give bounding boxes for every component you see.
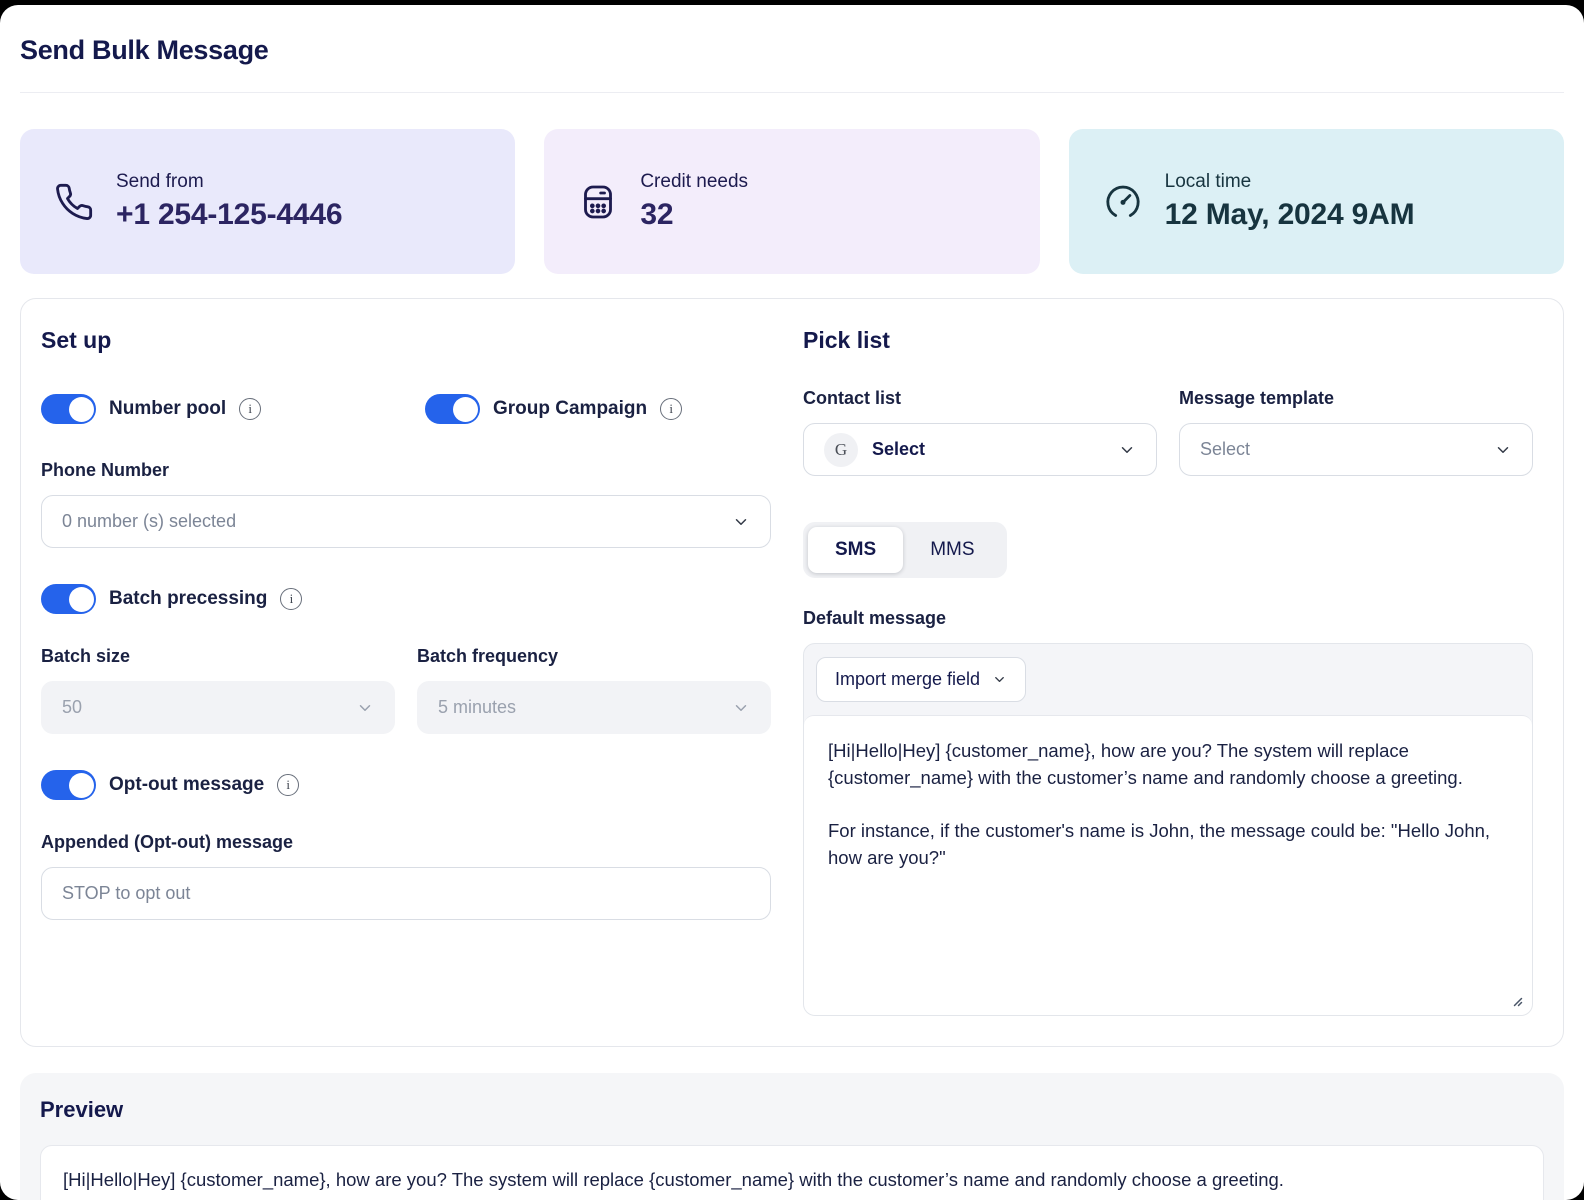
local-time-card: Local time 12 May, 2024 9AM [1069, 129, 1564, 274]
local-time-label: Local time [1165, 171, 1415, 193]
send-from-label: Send from [116, 171, 342, 193]
default-message-editor: Import merge field [Hi|Hello|Hey] {custo… [803, 643, 1533, 1016]
number-pool-label: Number pool [109, 398, 226, 420]
batch-processing-toggle-group: Batch precessing i [41, 584, 302, 614]
import-merge-field-label: Import merge field [835, 669, 980, 690]
send-bulk-message-page: Send Bulk Message Send from +1 254-125-4… [0, 5, 1584, 1200]
phone-number-select-value: 0 number (s) selected [62, 511, 236, 532]
pick-list-fields-row: Contact list G Select Message template S… [803, 354, 1533, 476]
batch-size-select[interactable]: 50 [41, 681, 395, 734]
chevron-down-icon [1118, 441, 1136, 459]
opt-out-toggle[interactable] [41, 770, 96, 800]
batch-processing-info-icon[interactable]: i [280, 588, 302, 610]
credit-needs-value: 32 [640, 198, 748, 232]
default-message-textarea[interactable]: [Hi|Hello|Hey] {customer_name}, how are … [804, 716, 1532, 1015]
credit-needs-card: Credit needs 32 [544, 129, 1039, 274]
toggle-knob [69, 587, 94, 612]
message-template-select-value: Select [1200, 439, 1250, 460]
send-from-value: +1 254-125-4446 [116, 198, 342, 232]
message-editor-body: [Hi|Hello|Hey] {customer_name}, how are … [804, 715, 1532, 1015]
group-campaign-toggle[interactable] [425, 394, 480, 424]
appended-message-label: Appended (Opt-out) message [41, 832, 771, 853]
import-merge-field-button[interactable]: Import merge field [816, 657, 1026, 702]
batch-fields-row: Batch size 50 Batch frequency 5 minutes [41, 614, 771, 734]
contact-list-label: Contact list [803, 388, 1157, 409]
header-divider [20, 92, 1564, 93]
phone-icon [54, 182, 94, 222]
toggle-knob [69, 773, 94, 798]
opt-out-toggle-group: Opt-out message i [41, 770, 299, 800]
toggle-knob [69, 397, 94, 422]
preview-text: [Hi|Hello|Hey] {customer_name}, how are … [40, 1145, 1544, 1200]
batch-processing-label: Batch precessing [109, 588, 267, 610]
message-template-field: Message template Select [1179, 354, 1533, 476]
resize-handle-icon[interactable] [1509, 993, 1523, 1007]
contact-avatar: G [824, 433, 858, 467]
number-pool-toggle-group: Number pool i [41, 394, 425, 424]
page-header: Send Bulk Message [0, 5, 1584, 66]
batch-size-field: Batch size 50 [41, 614, 395, 734]
setup-heading: Set up [41, 327, 771, 354]
batch-frequency-select[interactable]: 5 minutes [417, 681, 771, 734]
gauge-icon [1103, 182, 1143, 222]
message-type-tabs: SMS MMS [803, 522, 1007, 578]
credit-needs-label: Credit needs [640, 171, 748, 193]
phone-number-label: Phone Number [41, 460, 771, 481]
info-cards-row: Send from +1 254-125-4446 Credit needs 3… [20, 129, 1564, 274]
opt-out-toggle-row: Opt-out message i [41, 770, 771, 800]
default-message-label: Default message [803, 608, 1533, 629]
batch-size-value: 50 [62, 697, 82, 718]
chevron-down-icon [732, 513, 750, 531]
batch-processing-toggle-row: Batch precessing i [41, 584, 771, 614]
appended-message-input[interactable] [41, 867, 771, 920]
group-campaign-label: Group Campaign [493, 398, 647, 420]
message-editor-toolbar: Import merge field [804, 644, 1532, 715]
message-template-label: Message template [1179, 388, 1533, 409]
preview-heading: Preview [40, 1097, 1544, 1123]
batch-frequency-label: Batch frequency [417, 646, 771, 667]
batch-size-label: Batch size [41, 646, 395, 667]
opt-out-label: Opt-out message [109, 774, 264, 796]
pick-list-section: Pick list Contact list G Select Message … [803, 327, 1533, 1016]
contact-list-select-left: G Select [824, 433, 925, 467]
toggle-row: Number pool i Group Campaign i [41, 394, 771, 424]
page-title: Send Bulk Message [20, 35, 1564, 66]
batch-frequency-field: Batch frequency 5 minutes [417, 614, 771, 734]
pick-list-heading: Pick list [803, 327, 1533, 354]
send-from-card: Send from +1 254-125-4446 [20, 129, 515, 274]
chevron-down-icon [356, 699, 374, 717]
main-panel: Set up Number pool i Group Campaign i Ph… [20, 298, 1564, 1047]
group-campaign-toggle-group: Group Campaign i [425, 394, 682, 424]
contact-list-select[interactable]: G Select [803, 423, 1157, 476]
number-pool-info-icon[interactable]: i [239, 398, 261, 420]
tab-mms[interactable]: MMS [903, 527, 1001, 573]
opt-out-info-icon[interactable]: i [277, 774, 299, 796]
message-template-select[interactable]: Select [1179, 423, 1533, 476]
group-campaign-info-icon[interactable]: i [660, 398, 682, 420]
chevron-down-icon [1494, 441, 1512, 459]
calculator-icon [578, 182, 618, 222]
toggle-knob [453, 397, 478, 422]
send-from-text: Send from +1 254-125-4446 [116, 171, 342, 232]
contact-list-select-value: Select [872, 439, 925, 460]
setup-section: Set up Number pool i Group Campaign i Ph… [41, 327, 771, 1016]
chevron-down-icon [732, 699, 750, 717]
preview-section: Preview [Hi|Hello|Hey] {customer_name}, … [20, 1073, 1564, 1200]
batch-frequency-value: 5 minutes [438, 697, 516, 718]
contact-list-field: Contact list G Select [803, 354, 1157, 476]
tab-sms[interactable]: SMS [808, 527, 903, 573]
local-time-value: 12 May, 2024 9AM [1165, 198, 1415, 232]
number-pool-toggle[interactable] [41, 394, 96, 424]
local-time-text: Local time 12 May, 2024 9AM [1165, 171, 1415, 232]
chevron-down-icon [992, 672, 1007, 687]
credit-needs-text: Credit needs 32 [640, 171, 748, 232]
phone-number-select[interactable]: 0 number (s) selected [41, 495, 771, 548]
batch-processing-toggle[interactable] [41, 584, 96, 614]
